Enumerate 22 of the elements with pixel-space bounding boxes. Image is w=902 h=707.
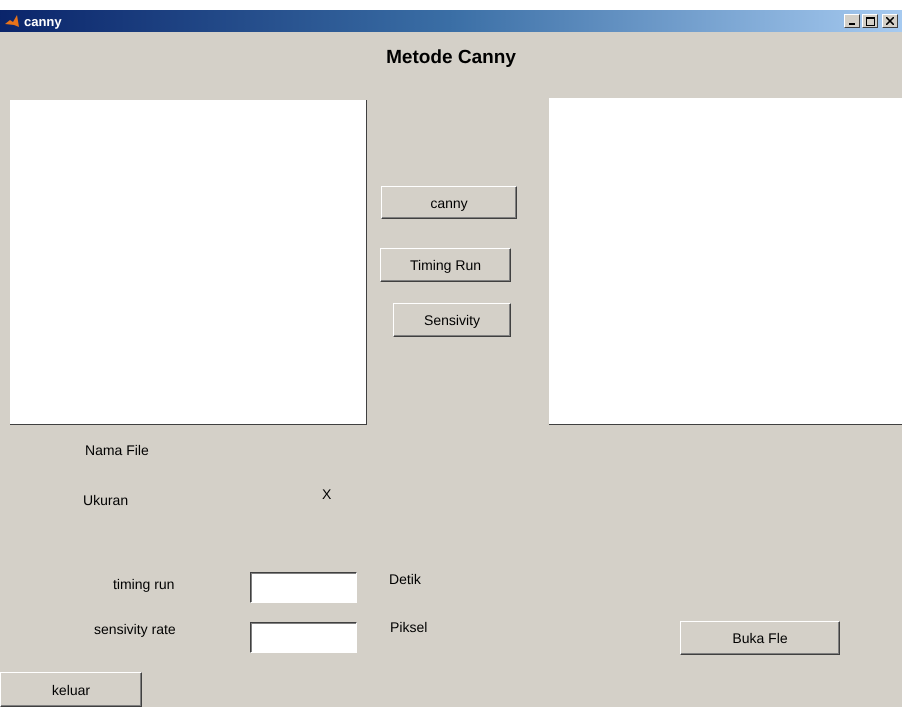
sensivity-button[interactable]: Sensivity xyxy=(393,303,511,337)
maximize-button[interactable] xyxy=(862,14,878,28)
maximize-icon xyxy=(866,16,874,26)
file-name-label: Nama File xyxy=(85,442,149,458)
dimension-separator: X xyxy=(322,486,332,502)
sensivity-rate-field[interactable] xyxy=(250,622,357,653)
canny-button[interactable]: canny xyxy=(381,186,517,219)
exit-button[interactable]: keluar xyxy=(0,672,142,707)
close-icon xyxy=(886,17,894,25)
open-file-button[interactable]: Buka Fle xyxy=(680,621,840,655)
timing-run-label: timing run xyxy=(113,576,174,592)
minimize-button[interactable] xyxy=(844,14,860,28)
window-title: canny xyxy=(24,14,62,28)
app-logo-icon xyxy=(4,13,20,29)
timing-run-button[interactable]: Timing Run xyxy=(380,248,511,282)
pixel-label: Piksel xyxy=(390,619,428,635)
sensivity-rate-label: sensivity rate xyxy=(94,621,176,637)
heading: Metode Canny xyxy=(385,47,517,69)
size-label: Ukuran xyxy=(83,492,128,508)
seconds-label: Detik xyxy=(389,571,421,587)
close-button[interactable] xyxy=(882,14,898,28)
timing-run-field[interactable] xyxy=(250,572,357,603)
